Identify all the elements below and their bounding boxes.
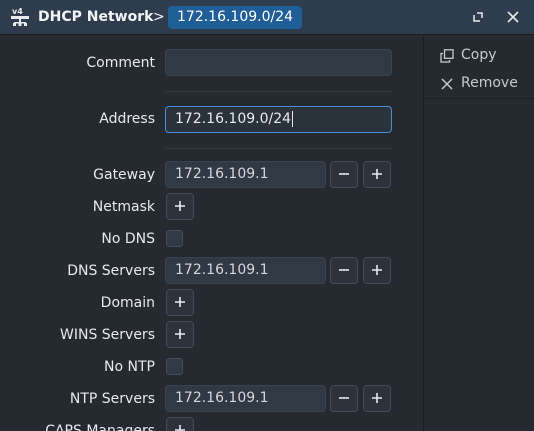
- plus-icon: [372, 169, 382, 179]
- dns-servers-label: DNS Servers: [67, 263, 155, 279]
- domain-label: Domain: [100, 295, 155, 311]
- restore-window-icon[interactable]: [470, 9, 486, 25]
- caps-managers-label: CAPS Managers: [45, 423, 155, 431]
- copy-label: Copy: [461, 47, 497, 63]
- gateway-add-button[interactable]: [363, 161, 391, 188]
- plus-icon: [372, 265, 382, 275]
- wins-servers-add-button[interactable]: [166, 321, 194, 348]
- ntp-servers-add-button[interactable]: [363, 385, 391, 412]
- window-title: DHCP Network: [38, 9, 154, 25]
- dns-servers-add-button[interactable]: [363, 257, 391, 284]
- dns-servers-field[interactable]: 172.16.109.1: [165, 257, 326, 284]
- plus-icon: [175, 329, 185, 339]
- ntp-servers-remove-button[interactable]: [330, 385, 358, 412]
- remove-icon: [441, 78, 453, 90]
- breadcrumb-separator: >: [153, 9, 165, 25]
- copy-icon: [440, 49, 454, 63]
- address-label: Address: [99, 111, 155, 127]
- gateway-field[interactable]: 172.16.109.1: [165, 161, 326, 188]
- ntp-servers-field[interactable]: 172.16.109.1: [165, 385, 326, 412]
- actions-sidebar: Copy Remove: [423, 36, 534, 431]
- minus-icon: [339, 173, 349, 175]
- address-value: 172.16.109.0/24: [175, 111, 292, 127]
- domain-add-button[interactable]: [166, 289, 194, 316]
- svg-text:v4: v4: [12, 7, 23, 16]
- address-field[interactable]: 172.16.109.0/24: [165, 106, 392, 133]
- plus-icon: [175, 297, 185, 307]
- minus-icon: [339, 269, 349, 271]
- comment-label: Comment: [86, 55, 155, 71]
- no-ntp-label: No NTP: [104, 359, 155, 375]
- plus-icon: [372, 393, 382, 403]
- divider: [165, 148, 392, 149]
- text-caret: [292, 111, 294, 127]
- gateway-label: Gateway: [93, 167, 155, 183]
- minus-icon: [339, 397, 349, 399]
- no-dns-checkbox[interactable]: [166, 230, 183, 247]
- remove-label: Remove: [461, 75, 518, 91]
- breadcrumb-current[interactable]: 172.16.109.0/24: [168, 6, 303, 29]
- dns-servers-remove-button[interactable]: [330, 257, 358, 284]
- gateway-remove-button[interactable]: [330, 161, 358, 188]
- divider: [165, 91, 392, 92]
- comment-field[interactable]: [165, 49, 392, 76]
- netmask-add-button[interactable]: [166, 193, 194, 220]
- close-icon[interactable]: [505, 9, 521, 25]
- wins-servers-label: WINS Servers: [60, 327, 155, 343]
- plus-icon: [175, 425, 185, 431]
- no-ntp-checkbox[interactable]: [166, 358, 183, 375]
- netmask-label: Netmask: [92, 199, 155, 215]
- no-dns-label: No DNS: [101, 231, 155, 247]
- dhcp-network-icon: v4: [11, 7, 29, 26]
- plus-icon: [175, 201, 185, 211]
- ntp-servers-label: NTP Servers: [69, 391, 155, 407]
- caps-managers-add-button[interactable]: [166, 417, 194, 431]
- divider: [424, 98, 534, 99]
- title-bar: v4 DHCP Network > 172.16.109.0/24: [0, 0, 534, 35]
- dhcp-network-form: Comment Address 172.16.109.0/24 Gateway …: [0, 36, 423, 431]
